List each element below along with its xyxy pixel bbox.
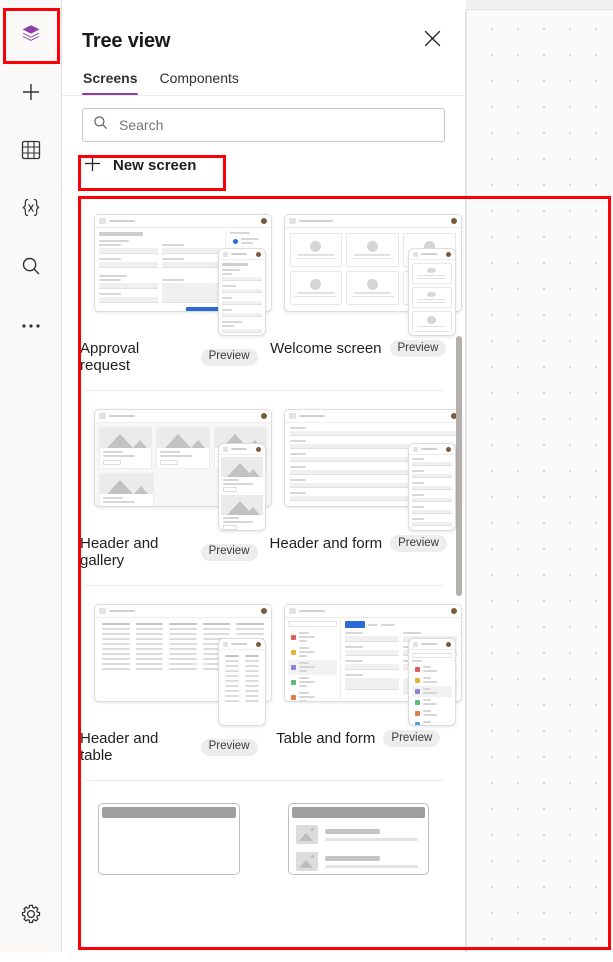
template-thumbnail xyxy=(80,789,258,875)
template-card-welcome-screen[interactable]: Welcome screen Preview xyxy=(264,196,462,380)
template-thumbnail xyxy=(270,204,462,336)
new-screen-section: New screen xyxy=(62,142,465,182)
new-screen-label: New screen xyxy=(113,156,197,174)
variables-icon xyxy=(19,197,43,224)
phone-mock xyxy=(407,443,456,531)
template-caption: Table and form Preview xyxy=(270,730,448,747)
search-section xyxy=(62,96,465,142)
template-caption: Header and gallery Preview xyxy=(80,535,258,569)
plus-icon xyxy=(84,155,101,176)
rail-item-tree-view[interactable] xyxy=(11,16,51,56)
left-rail xyxy=(0,0,62,952)
template-label: Header and form xyxy=(269,535,383,552)
gear-icon xyxy=(20,903,42,930)
template-caption: Approval request Preview xyxy=(80,340,258,374)
vertical-scrollbar-thumb[interactable] xyxy=(456,336,462,596)
rail-item-more[interactable] xyxy=(11,306,51,346)
preview-badge: Preview xyxy=(200,543,258,561)
template-card-header-and-form[interactable]: Header and form Preview xyxy=(264,391,462,575)
rail-item-insert[interactable] xyxy=(11,74,51,114)
rail-item-data[interactable] xyxy=(11,132,51,172)
template-label: Header and gallery xyxy=(80,535,159,569)
template-thumbnail xyxy=(80,204,272,336)
page-title: Tree view xyxy=(82,29,171,52)
template-thumbnail xyxy=(80,594,272,726)
tab-screens[interactable]: Screens xyxy=(82,66,139,95)
panel-header: Tree view xyxy=(62,10,465,66)
template-card-header-and-gallery[interactable]: Header and gallery Preview xyxy=(74,391,272,575)
template-caption: Header and form Preview xyxy=(270,535,448,552)
rail-item-settings[interactable] xyxy=(11,896,51,936)
app-canvas[interactable] xyxy=(466,10,613,952)
template-card-approval-request[interactable]: Approval request Preview xyxy=(74,196,272,380)
ellipsis-icon xyxy=(20,317,42,335)
preview-badge: Preview xyxy=(383,730,441,747)
template-label: Table and form xyxy=(276,730,376,747)
new-screen-button[interactable]: New screen xyxy=(82,148,445,182)
template-caption: Header and table Preview xyxy=(80,730,258,764)
blank-layout-wireframe xyxy=(98,803,240,875)
template-thumbnail xyxy=(270,789,448,875)
template-label: Approval request xyxy=(80,340,140,374)
preview-badge: Preview xyxy=(389,340,447,357)
close-button[interactable] xyxy=(417,26,447,56)
template-caption: Welcome screen Preview xyxy=(270,340,448,357)
table-icon xyxy=(20,139,42,166)
search-input[interactable] xyxy=(117,116,434,134)
template-thumbnail xyxy=(80,399,272,531)
tree-view-panel: Tree view Screens Components Search New … xyxy=(62,10,466,952)
search-box[interactable] xyxy=(82,108,445,142)
close-icon xyxy=(424,30,441,52)
search-icon xyxy=(93,115,108,135)
phone-mock xyxy=(218,638,266,726)
template-card-blank[interactable] xyxy=(74,781,264,881)
template-label: Header and table xyxy=(80,730,159,764)
template-list-scroll[interactable]: Approval request Preview Welcome screen … xyxy=(62,190,465,952)
list-layout-wireframe xyxy=(287,803,429,875)
template-card-table-and-form[interactable]: Table and form Preview xyxy=(264,586,462,770)
plus-icon xyxy=(19,80,43,109)
rail-item-search[interactable] xyxy=(11,248,51,288)
panel-tabs: Screens Components xyxy=(62,66,465,96)
phone-mock xyxy=(218,248,266,336)
phone-mock xyxy=(407,638,456,726)
layers-icon xyxy=(19,22,43,51)
template-thumbnail xyxy=(270,399,462,531)
search-icon xyxy=(20,255,42,282)
template-card-list[interactable] xyxy=(264,781,454,881)
template-card-header-and-table[interactable]: Header and table Preview xyxy=(74,586,272,770)
phone-mock xyxy=(218,443,266,531)
template-grid: Approval request Preview Welcome screen … xyxy=(62,190,465,881)
tab-components[interactable]: Components xyxy=(158,66,239,95)
preview-badge: Preview xyxy=(200,738,258,756)
template-label: Welcome screen xyxy=(270,340,382,357)
canvas-top-bar xyxy=(466,0,613,10)
phone-mock xyxy=(407,248,456,336)
rail-item-variables[interactable] xyxy=(11,190,51,230)
template-thumbnail xyxy=(270,594,462,726)
preview-badge: Preview xyxy=(390,535,447,552)
preview-badge: Preview xyxy=(200,348,258,366)
